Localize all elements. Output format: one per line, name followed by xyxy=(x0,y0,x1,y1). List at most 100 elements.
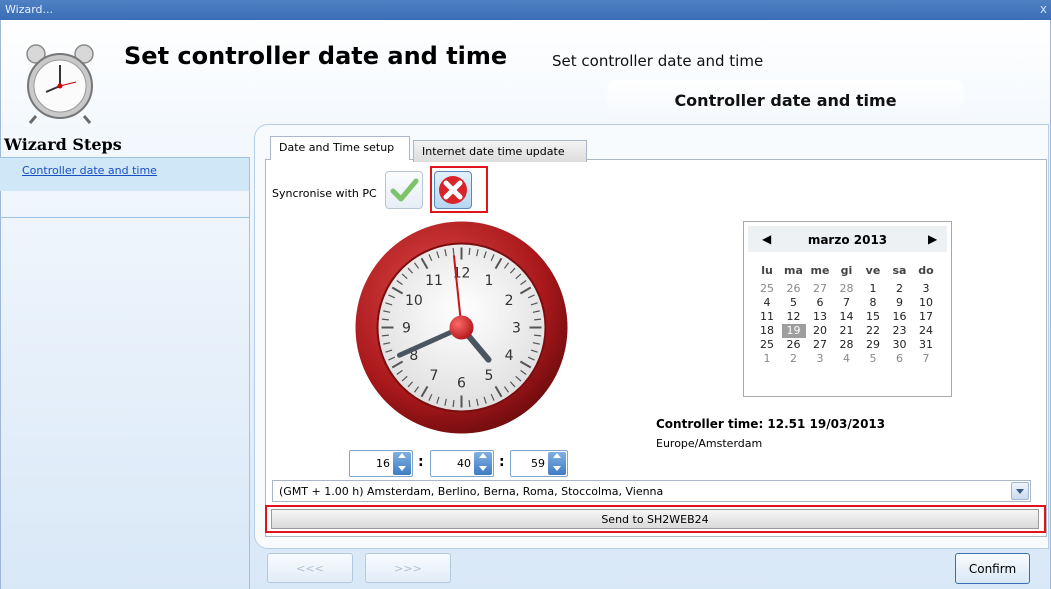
calendar-day[interactable]: 15 xyxy=(861,310,885,324)
weekday-label: do xyxy=(918,264,934,277)
sync-yes-button[interactable] xyxy=(385,171,423,209)
weekday-label: lu xyxy=(761,264,773,277)
calendar-day[interactable]: 11 xyxy=(755,310,779,324)
calendar-month: marzo 2013 xyxy=(807,233,888,247)
clock-number: 6 xyxy=(457,376,466,392)
clock-number: 11 xyxy=(425,273,443,289)
weekday-label: sa xyxy=(892,264,907,277)
calendar-day[interactable]: 30 xyxy=(888,338,912,352)
calendar-day[interactable]: 3 xyxy=(808,352,832,366)
calendar-day[interactable]: 4 xyxy=(755,296,779,310)
alarm-clock-icon xyxy=(26,44,94,124)
calendar-day[interactable]: 14 xyxy=(835,310,859,324)
calendar-day[interactable]: 23 xyxy=(888,324,912,338)
calendar: ◀ marzo 2013 ▶ lu ma me gi ve sa do 25 26 27 28 1 2 3… xyxy=(743,221,952,397)
wizard-steps-panel: Controller date and time xyxy=(0,157,250,589)
weekday-label: me xyxy=(810,264,830,277)
calendar-day[interactable]: 31 xyxy=(914,338,938,352)
weekday-label: ma xyxy=(784,264,803,277)
previous-button[interactable]: <<< xyxy=(267,553,353,583)
tab-internet-date-time-update[interactable]: Internet date time update xyxy=(413,140,587,162)
hours-stepper[interactable]: 16 xyxy=(349,450,413,477)
calendar-day[interactable]: 13 xyxy=(808,310,832,324)
hours-spin-icon[interactable] xyxy=(393,452,411,475)
weekday-label: gi xyxy=(840,264,853,277)
checkmark-icon xyxy=(390,178,419,202)
clock-tick xyxy=(534,334,542,337)
calendar-day[interactable]: 2 xyxy=(888,282,912,296)
step-banner: Controller date and time xyxy=(607,80,964,120)
calendar-day[interactable]: 4 xyxy=(835,352,859,366)
timezone-select[interactable]: (GMT + 1.00 h) Amsterdam, Berlino, Berna… xyxy=(272,480,1031,502)
next-button[interactable]: >>> xyxy=(365,553,451,583)
clock-number: 3 xyxy=(512,321,521,337)
calendar-day[interactable]: 1 xyxy=(861,282,885,296)
calendar-day[interactable]: 20 xyxy=(808,324,832,338)
calendar-day[interactable]: 3 xyxy=(914,282,938,296)
calendar-day[interactable]: 16 xyxy=(888,310,912,324)
confirm-button[interactable]: Confirm xyxy=(955,553,1030,584)
calendar-day[interactable]: 12 xyxy=(782,310,806,324)
calendar-day[interactable]: 7 xyxy=(914,352,938,366)
calendar-day[interactable]: 2 xyxy=(782,352,806,366)
calendar-day[interactable]: 27 xyxy=(808,282,832,296)
controller-timezone: Europe/Amsterdam xyxy=(656,437,763,450)
clock-number: 5 xyxy=(485,368,494,384)
calendar-day[interactable]: 17 xyxy=(914,310,938,324)
calendar-day[interactable]: 25 xyxy=(755,338,779,352)
window-title-bar: Wizard... x xyxy=(0,0,1051,20)
wizard-step-controller-date-time[interactable]: Controller date and time xyxy=(0,157,249,191)
calendar-day[interactable]: 29 xyxy=(861,338,885,352)
minutes-spin-icon[interactable] xyxy=(474,452,492,475)
sync-no-button[interactable] xyxy=(434,171,472,209)
calendar-day[interactable]: 21 xyxy=(835,324,859,338)
clock-number: 10 xyxy=(405,293,423,309)
clock-tick xyxy=(468,247,471,255)
calendar-day[interactable]: 26 xyxy=(782,282,806,296)
minutes-stepper[interactable]: 40 xyxy=(430,450,494,477)
timezone-value: (GMT + 1.00 h) Amsterdam, Berlino, Berna… xyxy=(279,485,664,498)
calendar-day[interactable]: 28 xyxy=(835,338,859,352)
calendar-day[interactable]: 18 xyxy=(755,324,779,338)
calendar-day[interactable]: 7 xyxy=(835,296,859,310)
clock-number: 4 xyxy=(505,348,514,364)
page-title: Set controller date and time xyxy=(124,42,508,70)
clock-number: 9 xyxy=(402,321,411,337)
clock-tick xyxy=(452,247,455,255)
calendar-day[interactable]: 5 xyxy=(782,296,806,310)
calendar-day[interactable]: 1 xyxy=(755,352,779,366)
time-separator: : xyxy=(418,454,424,470)
seconds-spin-icon[interactable] xyxy=(548,452,566,475)
calendar-day[interactable]: 6 xyxy=(888,352,912,366)
wizard-step-link[interactable]: Controller date and time xyxy=(22,164,157,177)
chevron-down-icon[interactable] xyxy=(1011,482,1029,500)
seconds-stepper[interactable]: 59 xyxy=(510,450,568,477)
next-month-icon[interactable]: ▶ xyxy=(928,232,937,246)
calendar-day[interactable]: 10 xyxy=(914,296,938,310)
clock-number: 2 xyxy=(505,293,514,309)
calendar-day[interactable]: 25 xyxy=(755,282,779,296)
calendar-day[interactable]: 24 xyxy=(914,324,938,338)
clock-tick xyxy=(468,400,471,408)
calendar-day[interactable]: 22 xyxy=(861,324,885,338)
calendar-day[interactable]: 5 xyxy=(861,352,885,366)
send-button[interactable]: Send to SH2WEB24 xyxy=(271,509,1039,529)
sync-label: Syncronise with PC xyxy=(272,187,377,200)
red-cross-icon xyxy=(439,176,467,204)
calendar-day[interactable]: 26 xyxy=(782,338,806,352)
time-separator: : xyxy=(499,454,505,470)
calendar-day[interactable]: 28 xyxy=(835,282,859,296)
clock-tick xyxy=(381,334,389,337)
tab-date-time-setup[interactable]: Date and Time setup xyxy=(270,136,410,160)
calendar-day[interactable]: 9 xyxy=(888,296,912,310)
clock-hub xyxy=(449,315,474,340)
page-subtitle: Set controller date and time xyxy=(552,52,764,70)
close-icon[interactable]: x xyxy=(1040,2,1047,16)
clock-number: 1 xyxy=(485,273,494,289)
seconds-value: 59 xyxy=(531,457,545,470)
calendar-day[interactable]: 6 xyxy=(808,296,832,310)
calendar-day[interactable]: 27 xyxy=(808,338,832,352)
controller-time: Controller time: 12.51 19/03/2013 xyxy=(656,417,886,431)
calendar-day[interactable]: 8 xyxy=(861,296,885,310)
calendar-day[interactable]: 19 xyxy=(781,324,806,338)
